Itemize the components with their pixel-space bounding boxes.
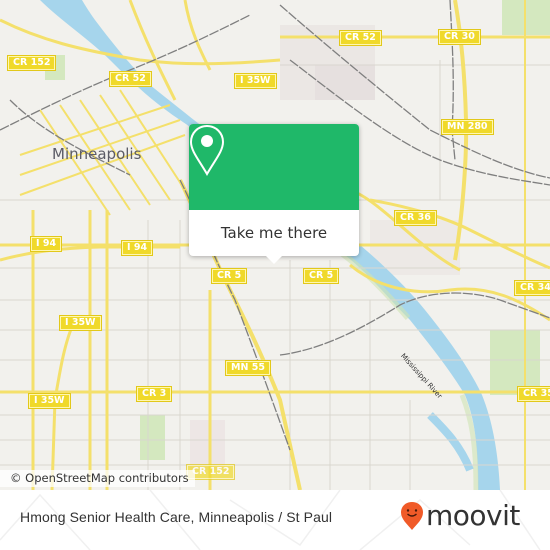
map-pin-icon <box>189 124 225 176</box>
map-attribution[interactable]: © OpenStreetMap contributors <box>0 470 195 487</box>
popup-pointer <box>266 256 282 264</box>
road-shield: CR 5 <box>302 268 340 284</box>
road-shield: MN 280 <box>441 119 494 135</box>
location-title: Hmong Senior Health Care, Minneapolis / … <box>20 509 333 525</box>
road-shield: I 94 <box>120 240 154 256</box>
road-shield: I 35W <box>234 73 277 89</box>
road-shield: MN 55 <box>225 360 271 376</box>
road-shield: CR 152 <box>6 55 57 71</box>
road-shield: CR 34 <box>514 280 550 296</box>
road-shield: CR 35 <box>517 386 550 402</box>
park-area <box>490 330 540 395</box>
park-area <box>140 415 165 460</box>
road-shield: CR 52 <box>339 30 382 46</box>
road-shield: CR 30 <box>438 29 481 45</box>
road-shield: I 35W <box>28 393 71 409</box>
industrial-area <box>190 420 225 470</box>
city-label: Minneapolis <box>52 145 142 163</box>
road-shield: I 94 <box>29 236 63 252</box>
location-popup: Take me there <box>189 124 359 264</box>
industrial-area <box>315 65 375 100</box>
road-shield: I 35W <box>59 315 102 331</box>
brand-name: moovit <box>426 499 520 532</box>
moovit-pin-icon <box>401 502 423 530</box>
footer: Hmong Senior Health Care, Minneapolis / … <box>0 490 550 550</box>
take-me-there-button[interactable]: Take me there <box>189 210 359 256</box>
road-shield: CR 5 <box>210 268 248 284</box>
road-shield: CR 3 <box>135 386 173 402</box>
road-shield: CR 36 <box>394 210 437 226</box>
road-shield: CR 52 <box>109 71 152 87</box>
map-view[interactable]: Minneapolis Mississippi River CR 152 CR … <box>0 0 550 490</box>
popup-header <box>189 124 359 210</box>
moovit-logo[interactable]: moovit <box>400 501 520 531</box>
